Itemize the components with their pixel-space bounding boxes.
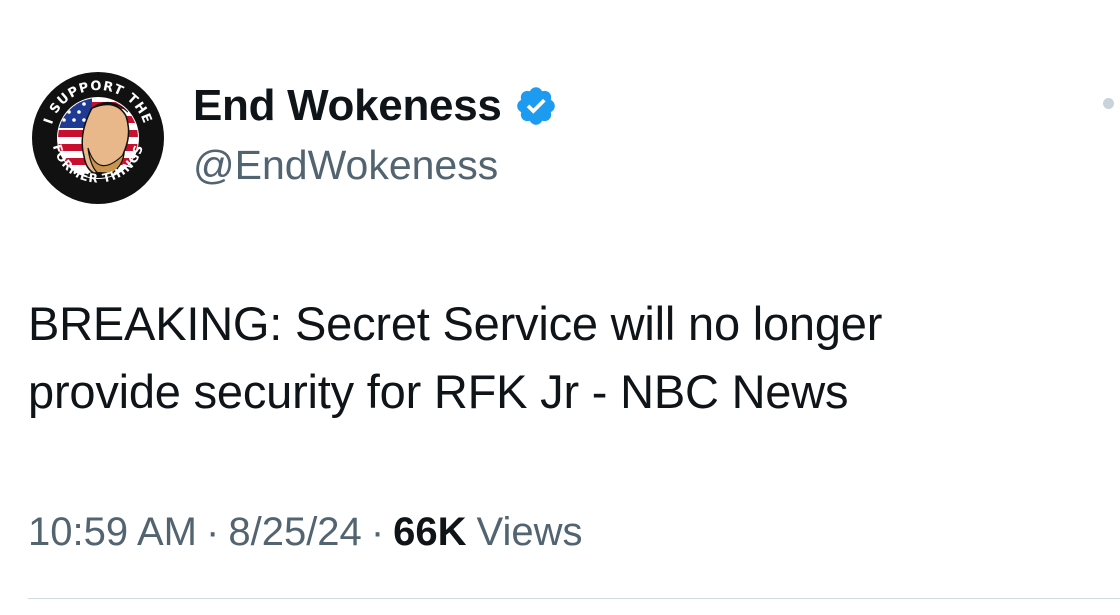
tweet-meta: 10:59 AM · 8/25/24 · 66K Views [28,510,583,555]
tweet-date[interactable]: 8/25/24 [228,510,361,555]
views-label: Views [476,510,583,554]
author-handle[interactable]: @EndWokeness [193,142,498,189]
tweet-text: BREAKING: Secret Service will no longer … [28,290,1098,426]
tweet-text-line-2: provide security for RFK Jr - NBC News [28,365,849,418]
avatar[interactable]: I SUPPORT THE FORMER THINGS [28,68,168,208]
divider [28,598,1120,599]
avatar-image: I SUPPORT THE FORMER THINGS [29,69,167,207]
tweet-text-line-1: BREAKING: Secret Service will no longer [28,297,883,350]
more-options-icon[interactable] [1103,98,1114,109]
meta-separator: · [206,510,220,554]
verified-badge-icon [514,84,558,128]
views-count[interactable]: 66K [393,510,466,555]
meta-separator: · [370,510,385,554]
tweet-time[interactable]: 10:59 AM [28,510,197,555]
author-name-row: End Wokeness [193,78,558,134]
display-name[interactable]: End Wokeness [193,81,502,131]
tweet-card: I SUPPORT THE FORMER THINGS End Wokeness… [0,0,1120,615]
